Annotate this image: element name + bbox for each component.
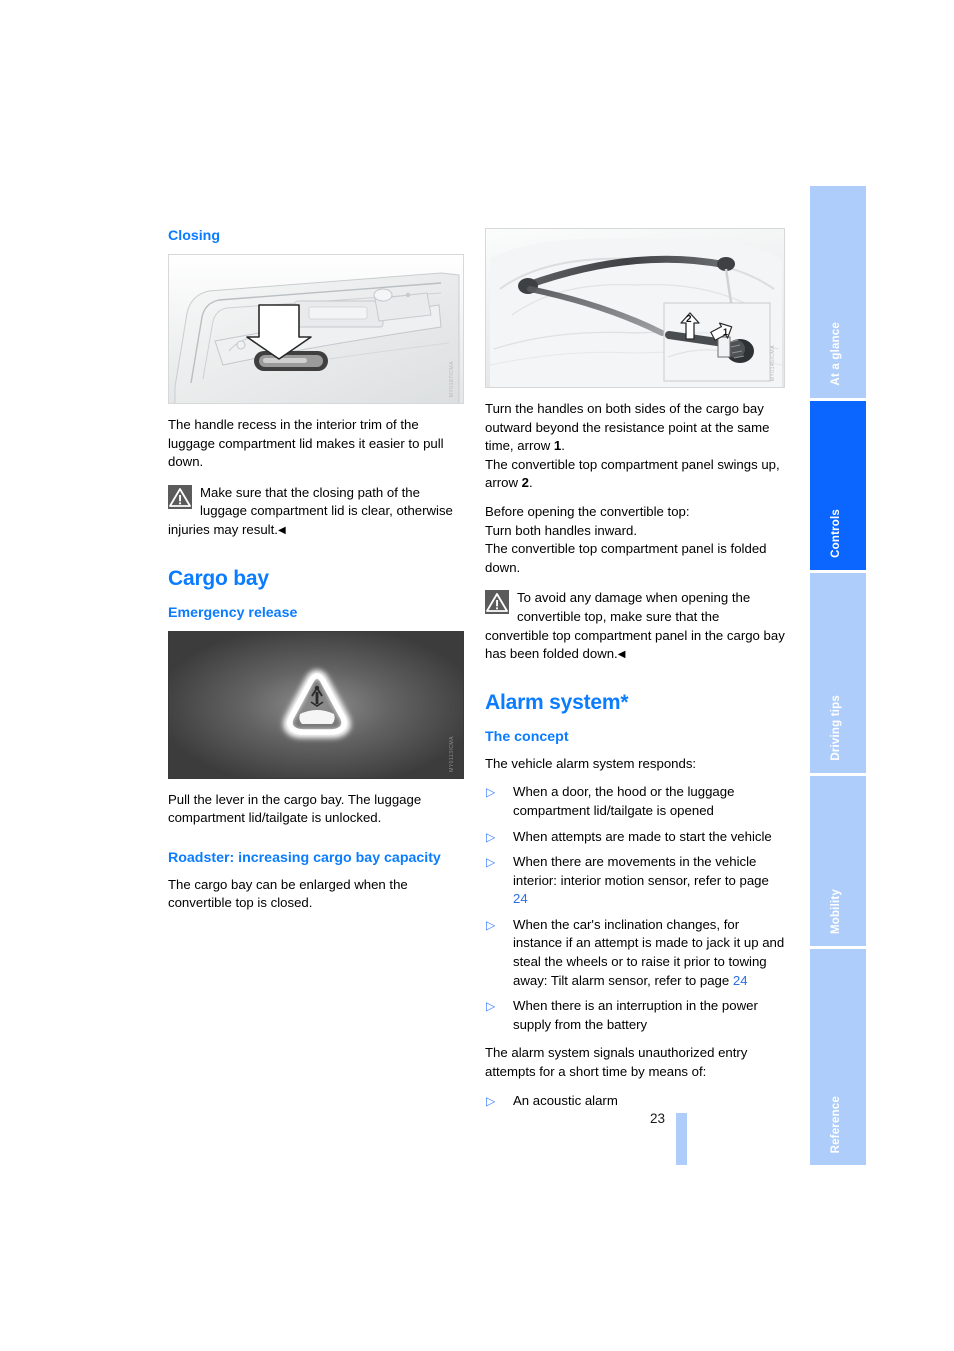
thumb-index-sidebar: At a glance Controls Driving tips Mobili… — [810, 186, 866, 1165]
sidebar-tab-reference[interactable]: Reference — [810, 949, 866, 1165]
page-number: 23 — [650, 1111, 666, 1126]
emergency-release-symbol-illustration — [169, 631, 463, 778]
figure-watermark: MY0113ICMA — [449, 735, 456, 772]
manual-page: Closing MY0187ICMA The handle recess in … — [0, 0, 954, 1351]
sidebar-tab-label: Reference — [830, 1095, 842, 1153]
triangle-right-bullet-icon: ▷ — [486, 917, 496, 932]
handles-para1-b: . — [561, 438, 565, 454]
heading-alarm-system: Alarm system* — [485, 690, 629, 714]
figure-emergency-release: MY0113ICMA — [168, 630, 464, 779]
warning-triangle-icon — [485, 590, 509, 615]
alarm-signals-list: ▷ An acoustic alarm — [485, 1092, 785, 1111]
list-item: ▷ When the car's inclination changes, for… — [485, 916, 785, 990]
page-reference-link[interactable]: 24 — [513, 891, 528, 906]
convertible-top-warning-text: To avoid any damage when opening the con… — [485, 590, 785, 662]
sidebar-tab-mobility[interactable]: Mobility — [810, 776, 866, 946]
figure-watermark: MY0187ICMA — [449, 360, 456, 397]
sidebar-tab-controls[interactable]: Controls — [810, 401, 866, 570]
cargo-bay-handles-illustration: 1 2 — [486, 229, 784, 387]
handles-instruction-paragraph: Turn the handles on both sides of the ca… — [485, 400, 785, 493]
triangle-right-bullet-icon: ▷ — [486, 1093, 496, 1108]
convertible-top-warning-block: To avoid any damage when opening the con… — [485, 589, 785, 664]
list-item: ▷ When attempts are made to start the veh… — [485, 828, 785, 847]
list-item-text: When there are movements in the vehicle … — [513, 854, 769, 888]
sidebar-tab-label: At a glance — [830, 322, 842, 386]
closing-warning-text: Make sure that the closing path of the l… — [168, 484, 453, 537]
list-item-text: When attempts are made to start the vehi… — [513, 828, 772, 844]
list-item: ▷ When a door, the hood or the luggage co… — [485, 783, 785, 820]
heading-the-concept: The concept — [485, 728, 569, 745]
callout-1: 1 — [723, 327, 728, 337]
figure-watermark: MY0145ICMA — [770, 344, 777, 381]
list-item: ▷ When there is an interruption in the po… — [485, 997, 785, 1034]
emergency-release-body-text: Pull the lever in the cargo bay. The lug… — [168, 791, 422, 826]
sidebar-tab-label: Mobility — [830, 888, 842, 934]
list-item-text: When there is an interruption in the pow… — [513, 998, 758, 1032]
handles-para1-a: Turn the handles on both sides of the ca… — [485, 401, 770, 454]
alarm-signals-intro-text: The alarm system signals unauthorized en… — [485, 1045, 748, 1080]
figure-cargo-bay-handles: 1 2 MY0145ICMA — [485, 228, 785, 388]
sidebar-tab-label: Controls — [830, 509, 842, 558]
heading-emergency-release: Emergency release — [168, 604, 298, 621]
alarm-trigger-list: ▷ When a door, the hood or the luggage co… — [485, 783, 785, 1034]
callout-2: 2 — [686, 314, 692, 325]
before-opening-paragraph: Before opening the convertible top: Turn… — [485, 503, 767, 575]
triangle-right-bullet-icon: ▷ — [486, 785, 496, 800]
warning-end-mark: ◀ — [277, 524, 286, 536]
alarm-intro-text: The vehicle alarm system responds: — [485, 755, 697, 771]
heading-closing: Closing — [168, 228, 221, 244]
roadster-capacity-body-text: The cargo bay can be enlarged when the c… — [168, 876, 408, 911]
list-item: ▷ When there are movements in the vehicle… — [485, 853, 785, 909]
list-item-text: When a door, the hood or the luggage com… — [513, 784, 735, 818]
figure-closing-trunk-lid: MY0187ICMA — [168, 254, 464, 404]
trunk-lid-illustration — [169, 255, 463, 403]
page-number-bar — [676, 1113, 687, 1165]
closing-body-text: The handle recess in the interior trim o… — [168, 417, 444, 470]
right-column: 1 2 MY0145ICMA Turn the handles on both … — [485, 228, 785, 1120]
page-reference-link[interactable]: 24 — [733, 973, 748, 988]
handles-para2-b: . — [528, 475, 533, 491]
sidebar-tab-at-a-glance[interactable]: At a glance — [810, 186, 866, 398]
warning-end-mark: ◀ — [617, 649, 626, 661]
left-column: Closing MY0187ICMA The handle recess in … — [168, 228, 464, 925]
list-item-text: An acoustic alarm — [513, 1092, 618, 1108]
heading-cargo-bay: Cargo bay — [168, 566, 269, 590]
heading-roadster-capacity: Roadster: increasing cargo bay capacity — [168, 849, 441, 866]
sidebar-tab-label: Driving tips — [830, 695, 842, 761]
triangle-right-bullet-icon: ▷ — [486, 855, 496, 870]
warning-triangle-icon — [168, 484, 192, 509]
triangle-right-bullet-icon: ▷ — [486, 999, 496, 1014]
list-item: ▷ An acoustic alarm — [485, 1092, 785, 1111]
closing-warning-block: Make sure that the closing path of the l… — [168, 484, 464, 541]
handles-para2-num: 2 — [521, 475, 529, 491]
sidebar-tab-driving-tips[interactable]: Driving tips — [810, 573, 866, 773]
triangle-right-bullet-icon: ▷ — [486, 829, 496, 844]
